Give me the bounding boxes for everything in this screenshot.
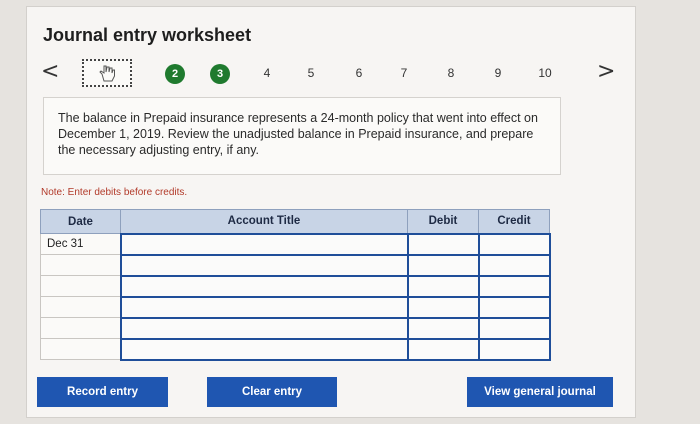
step-4[interactable]: 4 xyxy=(257,66,277,80)
step-8[interactable]: 8 xyxy=(441,66,461,80)
step-6[interactable]: 6 xyxy=(349,66,369,80)
debit-input[interactable] xyxy=(406,337,480,361)
step-7[interactable]: 7 xyxy=(394,66,414,80)
table-row xyxy=(40,337,551,361)
credit-input[interactable] xyxy=(477,337,551,361)
step-3[interactable]: 3 xyxy=(210,64,230,84)
date-cell xyxy=(40,317,121,339)
account-title-input[interactable] xyxy=(119,232,409,256)
step-2[interactable]: 2 xyxy=(165,64,185,84)
view-general-journal-button[interactable]: View general journal xyxy=(467,377,613,407)
credit-input[interactable] xyxy=(477,295,551,319)
debit-input[interactable] xyxy=(406,295,480,319)
debit-input[interactable] xyxy=(406,232,480,256)
table-row xyxy=(40,295,551,319)
debit-input[interactable] xyxy=(406,316,480,340)
instruction-box: The balance in Prepaid insurance represe… xyxy=(43,97,561,175)
entry-note: Note: Enter debits before credits. xyxy=(41,187,188,198)
clear-entry-button[interactable]: Clear entry xyxy=(207,377,337,407)
credit-input[interactable] xyxy=(477,274,551,298)
step-navigator: < 2 3 4 5 6 7 8 9 10 > xyxy=(37,59,627,89)
table-row: Dec 31 xyxy=(40,232,551,256)
table-header-row: Date Account Title Debit Credit xyxy=(40,209,550,234)
account-title-input[interactable] xyxy=(119,316,409,340)
record-entry-button[interactable]: Record entry xyxy=(37,377,168,407)
step-9[interactable]: 9 xyxy=(488,66,508,80)
page-title: Journal entry worksheet xyxy=(43,25,252,45)
credit-input[interactable] xyxy=(477,316,551,340)
header-credit: Credit xyxy=(478,209,550,234)
instruction-text: The balance in Prepaid insurance represe… xyxy=(58,111,538,157)
header-date: Date xyxy=(40,209,121,234)
next-arrow-icon[interactable]: > xyxy=(597,61,615,83)
journal-entry-panel: Journal entry worksheet < 2 3 4 5 6 7 8 … xyxy=(26,6,636,418)
header-debit: Debit xyxy=(407,209,479,234)
account-title-input[interactable] xyxy=(119,337,409,361)
date-cell xyxy=(40,296,121,318)
account-title-input[interactable] xyxy=(119,253,409,277)
date-cell: Dec 31 xyxy=(40,233,121,255)
step-5[interactable]: 5 xyxy=(301,66,321,80)
hand-pointer-icon xyxy=(99,65,115,82)
account-title-input[interactable] xyxy=(119,295,409,319)
date-cell xyxy=(40,275,121,297)
table-row xyxy=(40,274,551,298)
date-cell xyxy=(40,254,121,276)
account-title-input[interactable] xyxy=(119,274,409,298)
debit-input[interactable] xyxy=(406,253,480,277)
table-row xyxy=(40,253,551,277)
current-step[interactable] xyxy=(82,59,132,87)
date-cell xyxy=(40,338,121,360)
prev-arrow-icon[interactable]: < xyxy=(41,61,59,83)
credit-input[interactable] xyxy=(477,232,551,256)
journal-table: Date Account Title Debit Credit Dec 31 xyxy=(40,209,551,361)
table-row xyxy=(40,316,551,340)
header-account-title: Account Title xyxy=(120,209,408,234)
debit-input[interactable] xyxy=(406,274,480,298)
credit-input[interactable] xyxy=(477,253,551,277)
step-10[interactable]: 10 xyxy=(531,66,559,80)
